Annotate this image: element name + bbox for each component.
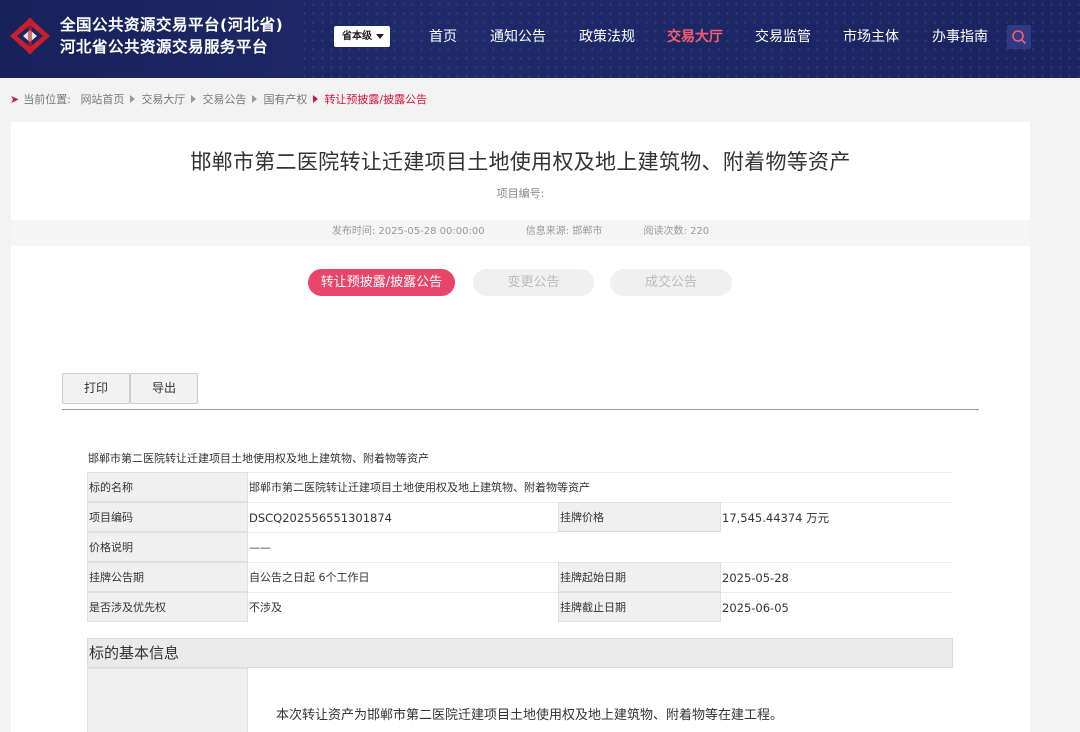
nav-market-entities[interactable]: 市场主体 [843, 26, 899, 48]
breadcrumb-separator-icon [313, 95, 319, 103]
nav-policies[interactable]: 政策法规 [579, 26, 635, 48]
nav-home[interactable]: 首页 [429, 26, 457, 48]
level-select-value: 省本级 [342, 31, 372, 42]
listing-price-label: 挂牌价格 [558, 502, 721, 532]
listing-period-value: 自公告之日起 6个工作日 [248, 562, 558, 592]
listing-period-label: 挂牌公告期 [87, 562, 248, 592]
project-number-label: 项目编号: [496, 187, 545, 200]
end-date-value: 2025-06-05 [721, 592, 953, 622]
price-note-label: 价格说明 [87, 532, 248, 562]
subject-name-label: 标的名称 [87, 472, 248, 502]
breadcrumb-trading-hall[interactable]: 交易大厅 [141, 93, 185, 106]
nav-guide[interactable]: 办事指南 [932, 26, 988, 48]
nav-notices[interactable]: 通知公告 [490, 26, 546, 48]
breadcrumb-prefix: 当前位置: [23, 93, 71, 106]
search-icon [1012, 30, 1027, 45]
start-date-label: 挂牌起始日期 [558, 562, 721, 592]
page-background-gutter [1030, 78, 1080, 732]
project-code-value: DSCQ202556551301874 [248, 502, 558, 532]
site-title-line1: 全国公共资源交易平台(河北省) [60, 16, 284, 34]
breadcrumb-separator-icon [130, 95, 136, 103]
content-card: 邯郸市第二医院转让迁建项目土地使用权及地上建筑物、附着物等资产 项目编号: 发布… [11, 122, 1030, 732]
tab-deal-notice[interactable]: 成交公告 [610, 269, 732, 296]
location-arrow-icon: ➤ [10, 93, 20, 106]
project-code-label: 项目编码 [87, 502, 248, 532]
breadcrumb-separator-icon [191, 95, 197, 103]
breadcrumb-state-property[interactable]: 国有产权 [263, 93, 307, 106]
search-button[interactable] [1007, 25, 1031, 49]
tab-disclosure-notice[interactable]: 转让预披露/披露公告 [308, 269, 455, 296]
breadcrumb-home[interactable]: 网站首页 [80, 93, 124, 106]
nav-supervision[interactable]: 交易监管 [755, 26, 811, 48]
print-button[interactable]: 打印 [62, 373, 130, 404]
start-date-value: 2025-05-28 [721, 562, 953, 592]
info-source: 信息来源: 邯郸市 [525, 226, 603, 237]
site-header: 全国公共资源交易平台(河北省) 河北省公共资源交易服务平台 省本级 首页 通知公… [0, 0, 1080, 78]
priority-label: 是否涉及优先权 [87, 592, 248, 622]
view-count: 阅读次数: 220 [643, 226, 710, 237]
meta-bar: 发布时间: 2025-05-28 00:00:00 信息来源: 邯郸市 阅读次数… [11, 220, 1030, 246]
divider [62, 409, 979, 410]
site-title-line2: 河北省公共资源交易服务平台 [60, 38, 269, 56]
document-heading: 邯郸市第二医院转让迁建项目土地使用权及地上建筑物、附着物等资产 [88, 452, 429, 465]
page-title: 邯郸市第二医院转让迁建项目土地使用权及地上建筑物、附着物等资产 [190, 150, 851, 174]
breadcrumb-separator-icon [252, 95, 258, 103]
level-select[interactable]: 省本级 [334, 26, 390, 47]
breadcrumb-current: 转让预披露/披露公告 [324, 93, 428, 106]
export-button[interactable]: 导出 [130, 373, 198, 404]
section-text: 本次转让资产为邯郸市第二医院迁建项目土地使用权及地上建筑物、附着物等在建工程。 [276, 708, 784, 723]
price-note-value: —— [248, 532, 558, 562]
end-date-label: 挂牌截止日期 [558, 592, 721, 622]
breadcrumb-trade-notices[interactable]: 交易公告 [202, 93, 246, 106]
listing-price-value: 17,545.44374 万元 [721, 502, 953, 532]
breadcrumb: ➤ 当前位置: 网站首页 交易大厅 交易公告 国有产权 转让预披露/披露公告 [10, 92, 427, 108]
section-label-cell [87, 668, 248, 732]
publish-time: 发布时间: 2025-05-28 00:00:00 [331, 226, 485, 237]
nav-trading-hall[interactable]: 交易大厅 [667, 26, 723, 48]
site-logo-icon[interactable] [8, 16, 52, 56]
priority-value: 不涉及 [248, 592, 558, 622]
tab-change-notice[interactable]: 变更公告 [473, 269, 594, 296]
chevron-down-icon [376, 34, 384, 39]
subject-name-value: 邯郸市第二医院转让迁建项目土地使用权及地上建筑物、附着物等资产 [248, 472, 953, 502]
site-title[interactable]: 全国公共资源交易平台(河北省) 河北省公共资源交易服务平台 [60, 14, 283, 58]
section-title: 标的基本信息 [87, 638, 953, 668]
